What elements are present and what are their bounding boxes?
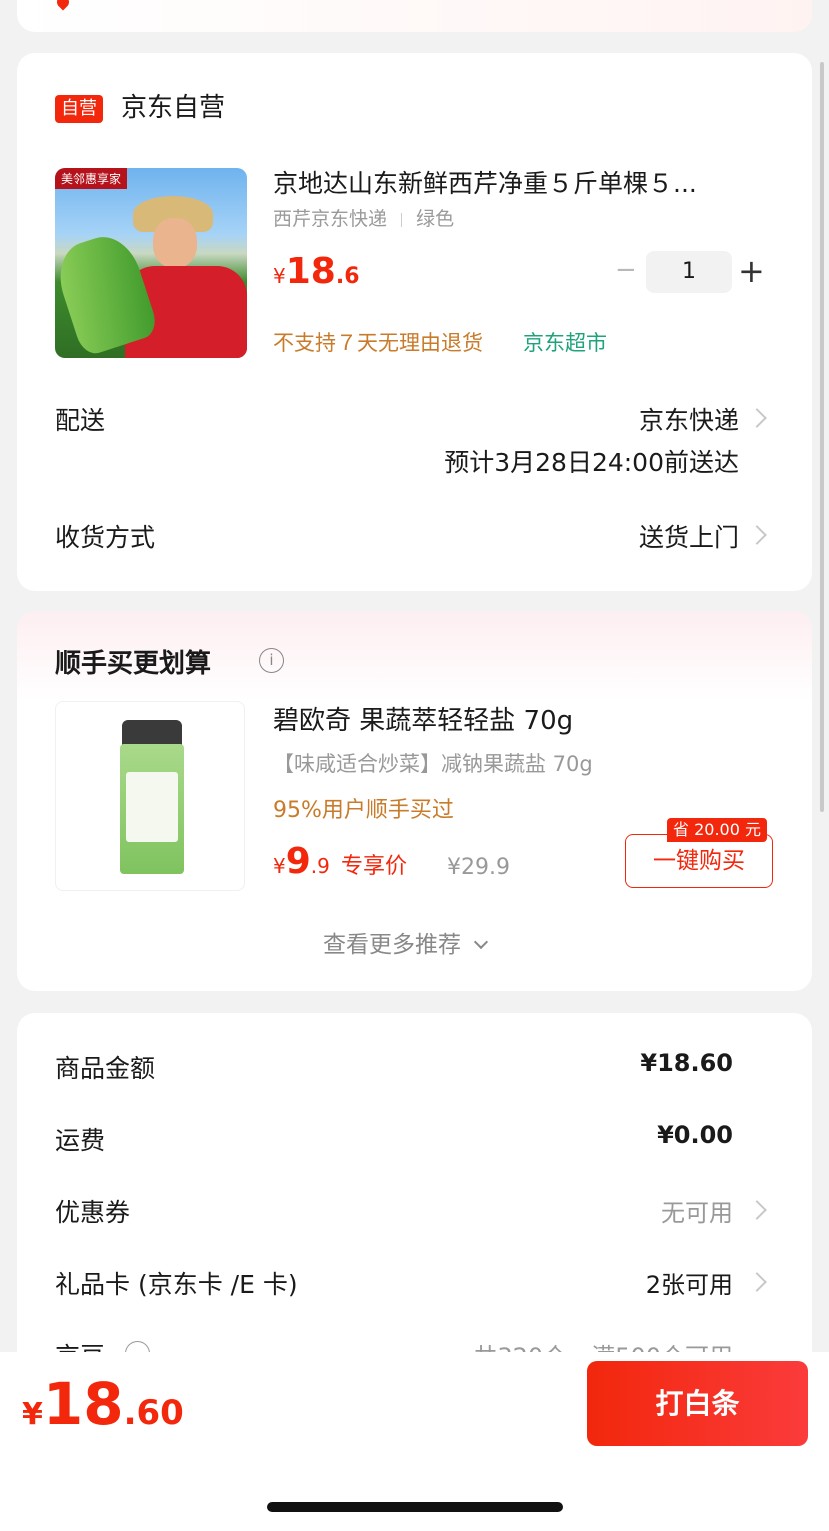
addon-card: 顺手买更划算 i 碧欧奇 果蔬萃轻轻盐 70g 【味咸适合炒菜】减钠果蔬盐 70… — [17, 611, 812, 991]
addon-price-tag: 专享价 — [340, 854, 407, 879]
summary-row: 运费 ¥0.00 — [55, 1121, 733, 1157]
gift-card-chevron-icon[interactable] — [747, 1272, 767, 1292]
save-badge: 省 20.00 元 — [667, 818, 767, 842]
spec-b: 绿色 — [416, 208, 455, 230]
qty-minus-button[interactable]: − — [615, 255, 637, 285]
bottle-label — [126, 772, 178, 842]
delivery-method[interactable]: 京东快递 — [639, 401, 739, 437]
receive-label: 收货方式 — [55, 523, 156, 552]
addon-price-int: 9 — [285, 841, 311, 882]
return-notice: 不支持７天无理由退货 — [273, 331, 483, 355]
gift-card-label: 礼品卡 (京东卡 /E 卡) — [55, 1270, 298, 1299]
addon-price: ¥9.9 专享价 — [273, 841, 407, 882]
chevron-down-icon — [474, 934, 489, 950]
pay-baitiao-button[interactable]: 打白条 — [587, 1361, 808, 1446]
qty-input[interactable]: 1 — [646, 251, 732, 293]
self-operated-badge: 自营 — [55, 95, 103, 123]
top-card-partial — [17, 0, 812, 32]
addon-price-symbol: ¥ — [273, 854, 286, 878]
gift-card-value: 2张可用 — [645, 1271, 733, 1299]
summary-card: 商品金额 ¥18.60 运费 ¥0.00 优惠券 无可用 礼品卡 (京东卡 /E… — [17, 1013, 812, 1373]
image-label: 美邻惠享家 — [55, 168, 128, 189]
addon-price-dec: .9 — [310, 854, 330, 878]
delivery-chevron-icon[interactable] — [747, 408, 767, 428]
product-spec[interactable]: 西芹京东快递 绿色 — [273, 206, 454, 232]
shipping-label: 运费 — [55, 1126, 106, 1155]
qty-value: 1 — [682, 259, 696, 284]
addon-product-image[interactable] — [55, 701, 245, 891]
goods-amount-label: 商品金额 — [55, 1054, 156, 1083]
product-title[interactable]: 京地达山东新鲜西芹净重５斤单棵５... — [273, 167, 697, 201]
order-card: 自营 京东自营 美邻惠享家 京地达山东新鲜西芹净重５斤单棵５... 西芹京东快递… — [17, 53, 812, 591]
product-image[interactable]: 美邻惠享家 — [55, 168, 247, 358]
bottle-cap — [122, 720, 182, 746]
more-recommend-label: 查看更多推荐 — [323, 932, 461, 958]
home-indicator[interactable] — [267, 1502, 563, 1512]
addon-name[interactable]: 碧欧奇 果蔬萃轻轻盐 70g — [273, 700, 573, 737]
price-dec: .6 — [335, 264, 360, 289]
scrollbar[interactable] — [820, 62, 824, 812]
addon-desc: 【味咸适合炒菜】减钠果蔬盐 70g — [273, 752, 593, 776]
total-price: ¥18.60 — [22, 1370, 184, 1438]
addon-stat: 95%用户顺手买过 — [273, 798, 454, 823]
more-recommend[interactable]: 查看更多推荐 — [323, 925, 489, 959]
addon-section-title: 顺手买更划算 — [55, 649, 212, 679]
footer-bar: ¥18.60 打白条 — [0, 1352, 829, 1531]
summary-row[interactable]: 礼品卡 (京东卡 /E 卡) 2张可用 — [55, 1265, 733, 1301]
goods-amount-value: ¥18.60 — [640, 1049, 733, 1077]
supermarket-tag[interactable]: 京东超市 — [523, 327, 607, 357]
coupon-value: 无可用 — [661, 1199, 733, 1227]
coupon-chevron-icon[interactable] — [747, 1200, 767, 1220]
qty-plus-button[interactable]: + — [738, 252, 765, 290]
summary-row: 商品金额 ¥18.60 — [55, 1049, 733, 1085]
info-icon[interactable]: i — [259, 648, 284, 673]
farmer-face — [153, 218, 197, 268]
receive-chevron-icon[interactable] — [747, 525, 767, 545]
delivery-label: 配送 — [55, 406, 106, 435]
price-symbol: ¥ — [273, 264, 286, 288]
one-click-buy-button[interactable]: 一键购买 — [625, 834, 773, 888]
total-price-symbol: ¥ — [22, 1397, 43, 1432]
one-click-buy-label: 一键购买 — [653, 848, 745, 874]
summary-row[interactable]: 优惠券 无可用 — [55, 1193, 733, 1229]
price-int: 18 — [285, 251, 336, 292]
addon-orig-price: ¥29.9 — [447, 855, 510, 880]
total-price-dec: .60 — [123, 1393, 184, 1433]
store-name[interactable]: 京东自营 — [121, 91, 225, 125]
product-price: ¥18.6 — [273, 251, 360, 292]
spec-divider — [401, 212, 403, 227]
pay-baitiao-label: 打白条 — [655, 1387, 740, 1420]
delivery-eta: 预计3月28日24:00前送达 — [444, 448, 739, 477]
spec-a: 西芹京东快递 — [273, 208, 388, 230]
shipping-value: ¥0.00 — [657, 1121, 733, 1149]
coupon-label: 优惠券 — [55, 1198, 131, 1227]
location-icon — [54, 0, 72, 11]
receive-value[interactable]: 送货上门 — [639, 518, 739, 554]
total-price-int: 18 — [42, 1370, 124, 1438]
